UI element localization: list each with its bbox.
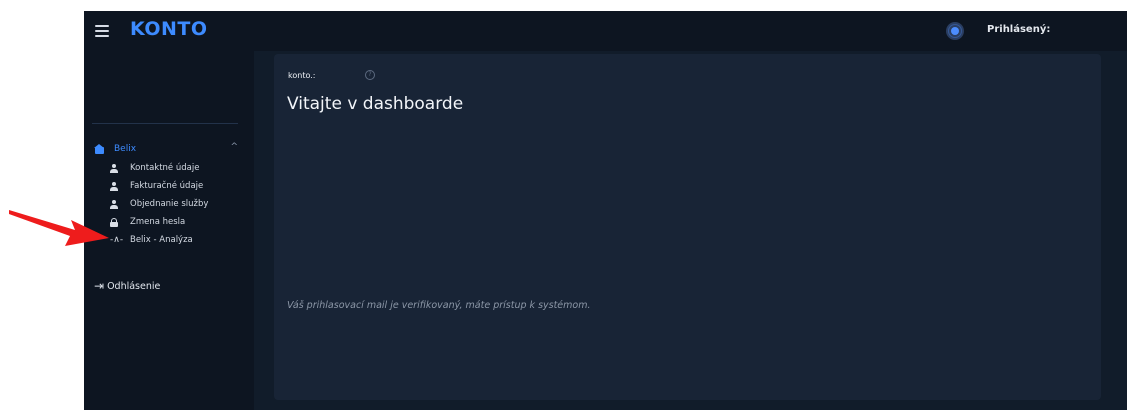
sidebar-item-label: Zmena hesla [130, 217, 186, 227]
sidebar-group-label: Belix [114, 144, 137, 154]
user-label: Prihlásený: [987, 24, 1051, 35]
top-bar: KONTO Prihlásený: [84, 11, 1127, 51]
app-window: KONTO Prihlásený: Belix ^ Kontaktné údaj… [84, 11, 1127, 410]
logout-icon: ⇥ [94, 279, 105, 293]
sidebar-item-belix-analyza[interactable]: -∧- Belix - Analýza [110, 233, 193, 247]
sidebar-item-label: Kontaktné údaje [130, 163, 200, 173]
menu-icon[interactable] [95, 25, 109, 37]
logout-label: Odhlásenie [107, 280, 161, 292]
lock-icon [110, 217, 118, 227]
logout-button[interactable]: ⇥ Odhlásenie [94, 278, 160, 294]
sidebar-item-objednanie-sluzby[interactable]: Objednanie služby [110, 197, 208, 211]
annotation-arrow-icon [9, 210, 109, 246]
dashboard-card: konto.: ? Vitajte v dashboarde Váš prihl… [274, 54, 1101, 400]
sidebar-divider [92, 123, 238, 124]
sidebar-item-zmena-hesla[interactable]: Zmena hesla [110, 215, 185, 229]
sidebar-item-kontaktne-udaje[interactable]: Kontaktné údaje [110, 161, 199, 175]
sidebar-item-label: Objednanie služby [130, 199, 209, 209]
person-icon [110, 199, 118, 209]
sidebar: Belix ^ Kontaktné údaje Fakturačné údaje… [84, 51, 254, 410]
konto-label: konto.: [288, 71, 316, 80]
chevron-up-icon[interactable]: ^ [230, 142, 238, 152]
sidebar-item-label: Belix - Analýza [130, 235, 193, 245]
app-logo[interactable]: KONTO [130, 18, 208, 40]
sidebar-group-belix[interactable]: Belix ^ [94, 142, 244, 156]
person-icon [110, 181, 118, 191]
home-icon [94, 144, 105, 154]
sidebar-item-label: Fakturačné údaje [130, 181, 204, 191]
person-icon [110, 163, 118, 173]
verification-message: Váš prihlasovací mail je verifikovaný, m… [287, 300, 591, 311]
pulse-icon: -∧- [110, 235, 124, 245]
avatar-icon[interactable] [946, 22, 964, 40]
sidebar-item-fakturacne-udaje[interactable]: Fakturačné údaje [110, 179, 203, 193]
help-icon[interactable]: ? [365, 70, 375, 80]
page-title: Vitajte v dashboarde [287, 94, 464, 114]
